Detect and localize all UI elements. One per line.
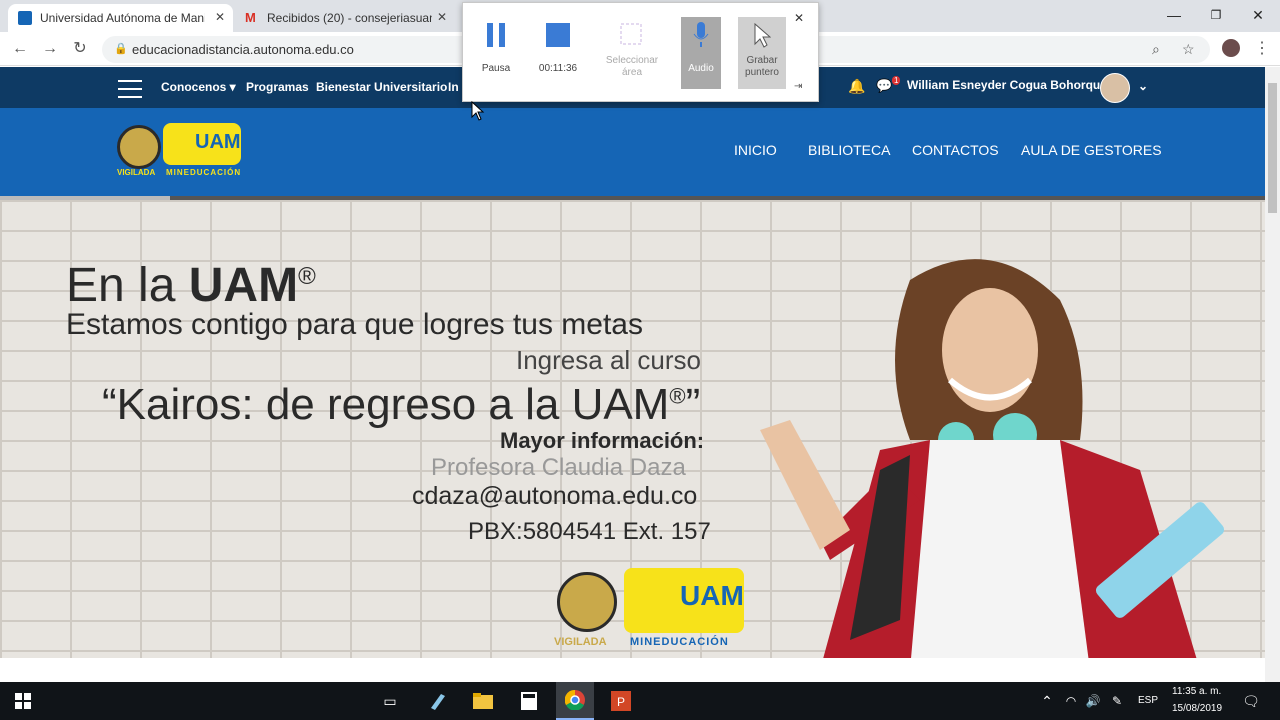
menu-kebab-icon[interactable]: ⋮ xyxy=(1250,38,1274,62)
hamburger-menu-icon[interactable] xyxy=(118,80,142,98)
task-view-icon[interactable]: ▭ xyxy=(377,688,403,714)
header-link-aula-gestores[interactable]: AULA DE GESTORES xyxy=(1021,142,1162,158)
clock-time[interactable]: 11:35 a. m. xyxy=(1172,686,1221,697)
hero-professor: Profesora Claudia Daza xyxy=(431,454,686,481)
volume-icon[interactable]: 🔊 xyxy=(1080,688,1106,714)
powerpoint-icon[interactable]: P xyxy=(608,688,634,714)
zoom-icon[interactable]: ⌕ xyxy=(1152,36,1160,63)
windows-taskbar: ▭ P ⌃ ◠ 🔊 ✎ ESP 11:35 a. m. 15/08/2019 🗨 xyxy=(0,682,1280,720)
bell-icon[interactable]: 🔔 xyxy=(848,78,865,95)
hero-phone: PBX:5804541 Ext. 157 xyxy=(468,518,711,545)
nav-item-programas[interactable]: Programas xyxy=(246,80,309,94)
tab-title: Recibidos (20) - consejeriasuam@ xyxy=(267,11,432,25)
recorder-close-icon[interactable]: ✕ xyxy=(794,11,804,25)
tab-universidad[interactable]: Universidad Autónoma de Manizales ✕ xyxy=(8,4,233,32)
header-link-biblioteca[interactable]: BIBLIOTECA xyxy=(808,142,890,158)
url-text: educacionadistancia.autonoma.edu.co xyxy=(132,42,354,57)
chrome-icon[interactable] xyxy=(556,682,594,720)
recording-timer: 00:11:36 xyxy=(538,63,578,74)
lock-icon: 🔒 xyxy=(114,43,128,55)
nav-item-truncated[interactable]: In xyxy=(448,80,459,94)
vigilada-seal-logo xyxy=(117,125,161,169)
notification-badge: 1 xyxy=(892,76,901,85)
header-link-contactos[interactable]: CONTACTOS xyxy=(912,142,999,158)
hero-vigilada-text: VIGILADA xyxy=(554,636,607,648)
hero-uam-logo: UAM xyxy=(624,568,744,633)
mouse-cursor-icon xyxy=(471,101,485,121)
windows-start-icon[interactable] xyxy=(10,688,36,714)
stop-icon xyxy=(529,17,587,53)
language-indicator[interactable]: ESP xyxy=(1138,695,1158,706)
close-tab-icon[interactable]: ✕ xyxy=(215,10,225,24)
nav-item-conocenos[interactable]: Conocenos ▾ xyxy=(161,80,236,94)
hero-banner[interactable]: En la UAM® Estamos contigo para que logr… xyxy=(0,200,1265,658)
pause-button[interactable]: Pausa xyxy=(467,17,525,89)
uam-logo[interactable]: UAM xyxy=(163,123,241,165)
nav-item-bienestar[interactable]: Bienestar Universitario xyxy=(316,80,447,94)
chat-icon[interactable]: 💬 xyxy=(876,78,892,94)
audio-button[interactable]: Audio xyxy=(681,17,721,89)
mineducacion-text: MINEDUCACIÓN xyxy=(166,168,242,177)
back-arrow-icon[interactable]: ← xyxy=(8,38,32,62)
student-photo xyxy=(760,259,1225,658)
hero-headline: En la UAM® xyxy=(66,259,316,312)
minimize-button[interactable]: — xyxy=(1152,0,1196,30)
user-avatar[interactable] xyxy=(1100,73,1130,103)
profile-avatar[interactable] xyxy=(1222,39,1240,57)
hero-course-intro: Ingresa al curso xyxy=(516,345,701,375)
close-tab-icon[interactable]: ✕ xyxy=(437,10,447,24)
close-window-button[interactable]: ✕ xyxy=(1236,0,1280,30)
bookmark-star-icon[interactable]: ☆ xyxy=(1182,36,1195,63)
hero-info-label: Mayor información: xyxy=(500,428,705,453)
user-name[interactable]: William Esneyder Cogua Bohorquez xyxy=(907,78,1113,92)
tab-gmail[interactable]: M Recibidos (20) - consejeriasuam@ ✕ xyxy=(235,4,455,32)
stop-button[interactable]: 00:11:36 xyxy=(529,17,587,89)
chevron-up-icon[interactable]: ⌃ xyxy=(1034,688,1060,714)
file-explorer-icon[interactable] xyxy=(470,688,496,714)
site-header: UAM VIGILADA MINEDUCACIÓN INICIO BIBLIOT… xyxy=(0,108,1265,196)
page-scrollbar[interactable] xyxy=(1265,67,1280,682)
microphone-icon xyxy=(681,17,721,53)
pen-icon[interactable]: ✎ xyxy=(1104,688,1130,714)
pause-icon xyxy=(467,17,525,53)
cursor-icon xyxy=(738,17,786,53)
clock-date[interactable]: 15/08/2019 xyxy=(1172,703,1222,714)
select-area-button[interactable]: Seleccionar área xyxy=(601,17,663,89)
forward-arrow-icon[interactable]: → xyxy=(38,38,62,62)
select-area-icon xyxy=(601,17,663,53)
hero-course-name: “Kairos: de regreso a la UAM®” xyxy=(102,380,701,429)
app-icon[interactable] xyxy=(423,688,449,714)
maximize-button[interactable]: ❐ xyxy=(1194,0,1238,30)
hero-vigilada-seal xyxy=(557,572,617,632)
hero-email: cdaza@autonoma.edu.co xyxy=(412,482,698,510)
pin-icon[interactable]: ⇥ xyxy=(794,81,802,92)
vigilada-text: VIGILADA xyxy=(117,168,156,177)
reload-icon[interactable]: ↻ xyxy=(68,38,92,62)
hero-mineducacion-text: MINEDUCACIÓN xyxy=(630,636,729,648)
svg-text:P: P xyxy=(617,695,625,709)
chevron-down-icon[interactable]: ⌄ xyxy=(1138,79,1148,93)
uam-favicon-icon xyxy=(18,11,32,25)
notifications-icon[interactable]: 🗨 xyxy=(1238,688,1264,714)
hero-subtitle: Estamos contigo para que logres tus meta… xyxy=(66,308,643,341)
gmail-icon: M xyxy=(245,10,256,25)
header-link-inicio[interactable]: INICIO xyxy=(734,142,777,158)
record-pointer-button[interactable]: Grabar puntero xyxy=(738,17,786,89)
screen-recorder-panel: Pausa 00:11:36 Seleccionar área Audio Gr… xyxy=(462,2,819,102)
tab-title: Universidad Autónoma de Manizales xyxy=(40,11,205,25)
calculator-icon[interactable] xyxy=(516,688,542,714)
